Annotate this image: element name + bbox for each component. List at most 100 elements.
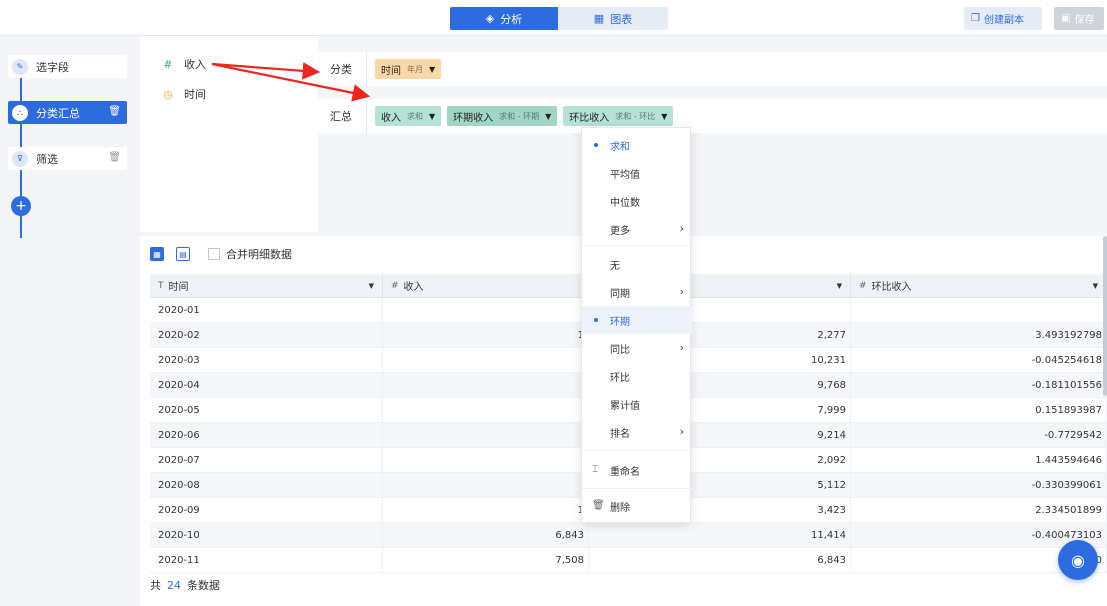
grid-view-icon[interactable]: ▤ [176,247,190,261]
table-cell: 2.334501899 [851,498,1107,522]
merge-detail-toggle[interactable]: 合并明细数据 [208,246,292,262]
tag-name: 收入 [381,112,401,124]
save-icon: ▣ [1061,13,1071,24]
tab-chart[interactable]: ▦ 图表 [558,7,668,30]
table-cell: 0.151893987 [851,398,1107,422]
menu-item-label: 同比 [610,344,630,356]
table-row: 2020-10 6,843 11,414 -0.400473103 [150,523,1107,548]
menu-item-median[interactable]: 中位数 [582,187,692,215]
menu-item-rank[interactable]: 排名 › [582,418,692,446]
copy-icon: ❐ [971,13,980,24]
save-button[interactable]: ▣ 保存 [1054,7,1104,30]
table-cell: 2020-10 [150,523,383,547]
table-cell: 1.443594646 [851,448,1107,472]
add-step-button[interactable]: + [11,196,31,216]
table-cell [851,298,1107,322]
group-icon: ⛬ [12,104,28,121]
table-cell: 3.493192798 [851,323,1107,347]
step-label: 选字段 [36,60,69,74]
tag-sub: 求和 - 环比 [615,111,656,121]
menu-item-label: 重命名 [610,466,640,478]
table-cell: 2020-09 [150,498,383,522]
menu-item-rename[interactable]: ⌶ 重命名 [582,456,692,484]
row-divider [366,52,367,86]
column-header-ratio-income[interactable]: # 环比收入 ▼ [851,274,1107,297]
chevron-down-icon: ▼ [429,111,436,121]
menu-item-delete[interactable]: 🗑 删除 [582,492,692,520]
column-header-time[interactable]: T 时间 ▼ [150,274,383,297]
row-count: 共 24 条数据 [150,577,220,593]
category-tag-time[interactable]: 时间 年月 ▼ [375,59,442,79]
menu-item-cumulative[interactable]: 累计值 [582,390,692,418]
menu-item-yoy[interactable]: 同比 › [582,334,692,362]
table-view-icon[interactable]: ▦ [150,247,164,261]
table-cell [383,373,589,397]
caret-down-icon[interactable]: ▼ [837,282,842,290]
menu-item-label: 删除 [610,502,630,514]
tab-chart-label: 图表 [610,12,633,26]
menu-item-more[interactable]: 更多 › [582,215,692,243]
caret-down-icon[interactable]: ▼ [369,282,374,290]
tab-analysis-label: 分析 [500,12,523,26]
menu-item-label: 无 [610,260,620,272]
summary-tag-period-income[interactable]: 环期收入 求和 - 环期 ▼ [447,106,558,126]
tag-sub: 年月 [407,64,423,74]
chevron-down-icon: ▼ [545,111,552,121]
trash-icon[interactable]: 🗑 [108,106,121,117]
step-group-summary[interactable]: ⛬ 分类汇总 🗑 [8,101,127,124]
table-cell [383,298,589,322]
summary-tag-income[interactable]: 收入 求和 ▼ [375,106,442,126]
fields-icon: ✎ [12,58,28,75]
trash-icon[interactable]: 🗑 [108,152,121,163]
table-cell [383,423,589,447]
chevron-right-icon: › [679,425,684,438]
menu-item-sum[interactable]: 求和 [582,131,692,159]
field-name: 时间 [184,88,206,101]
panel-scrollbar[interactable] [1103,236,1107,396]
step-filter[interactable]: ⊽ 筛选 🗑 [8,147,127,170]
menu-divider [582,245,692,246]
menu-item-label: 累计值 [610,400,640,412]
menu-item-label: 环期 [610,316,630,328]
table-cell: -0.7729542 [851,423,1107,447]
table-cell: 6,843 [383,523,589,547]
table-cell [383,398,589,422]
summary-tag-ratio-income[interactable]: 环比收入 求和 - 环比 ▼ [563,106,674,126]
merge-checkbox[interactable] [208,248,220,260]
menu-item-label: 平均值 [610,169,640,181]
row-count-prefix: 共 [150,579,161,592]
menu-item-mom[interactable]: 环比 [582,362,692,390]
table-cell: 2020-06 [150,423,383,447]
menu-divider [582,450,692,451]
menu-item-none[interactable]: 无 [582,250,692,278]
table-cell: 2020-04 [150,373,383,397]
table-cell: 2020-02 [150,323,383,347]
number-type-icon: # [859,280,867,291]
table-cell: -0.181101556 [851,373,1107,397]
field-item-time[interactable]: ◷ 时间 [162,86,206,102]
tag-name: 时间 [381,65,401,77]
field-name: 收入 [184,58,206,71]
clock-icon: ◷ [163,87,173,101]
menu-item-same-period[interactable]: 同期 › [582,278,692,306]
chat-support-icon[interactable]: ◉ [1058,540,1098,580]
table-cell: 2020-11 [150,548,383,572]
tab-analysis[interactable]: ◈ 分析 [450,7,558,30]
column-header-income[interactable]: # 收入 [383,274,589,297]
row-count-number: 24 [167,579,181,592]
table-cell: 1 [383,323,589,347]
menu-item-prev-period[interactable]: 环期 [582,306,692,334]
save-label: 保存 [1074,15,1095,26]
tag-sub: 求和 - 环期 [499,111,540,121]
number-type-icon: # [391,280,399,291]
create-copy-button[interactable]: ❐ 创建副本 [964,7,1042,30]
chevron-down-icon: ▼ [661,111,668,121]
menu-item-average[interactable]: 平均值 [582,159,692,187]
step-select-fields[interactable]: ✎ 选字段 [8,55,127,78]
top-toolbar: ◈ 分析 ▦ 图表 ❐ 创建副本 ▣ 保存 [0,0,1107,36]
field-list: # 收入 ◷ 时间 [140,36,318,232]
step-label: 分类汇总 [36,106,80,120]
chevron-right-icon: › [679,222,684,235]
caret-down-icon[interactable]: ▼ [1093,282,1098,290]
field-item-income[interactable]: # 收入 [162,56,206,72]
